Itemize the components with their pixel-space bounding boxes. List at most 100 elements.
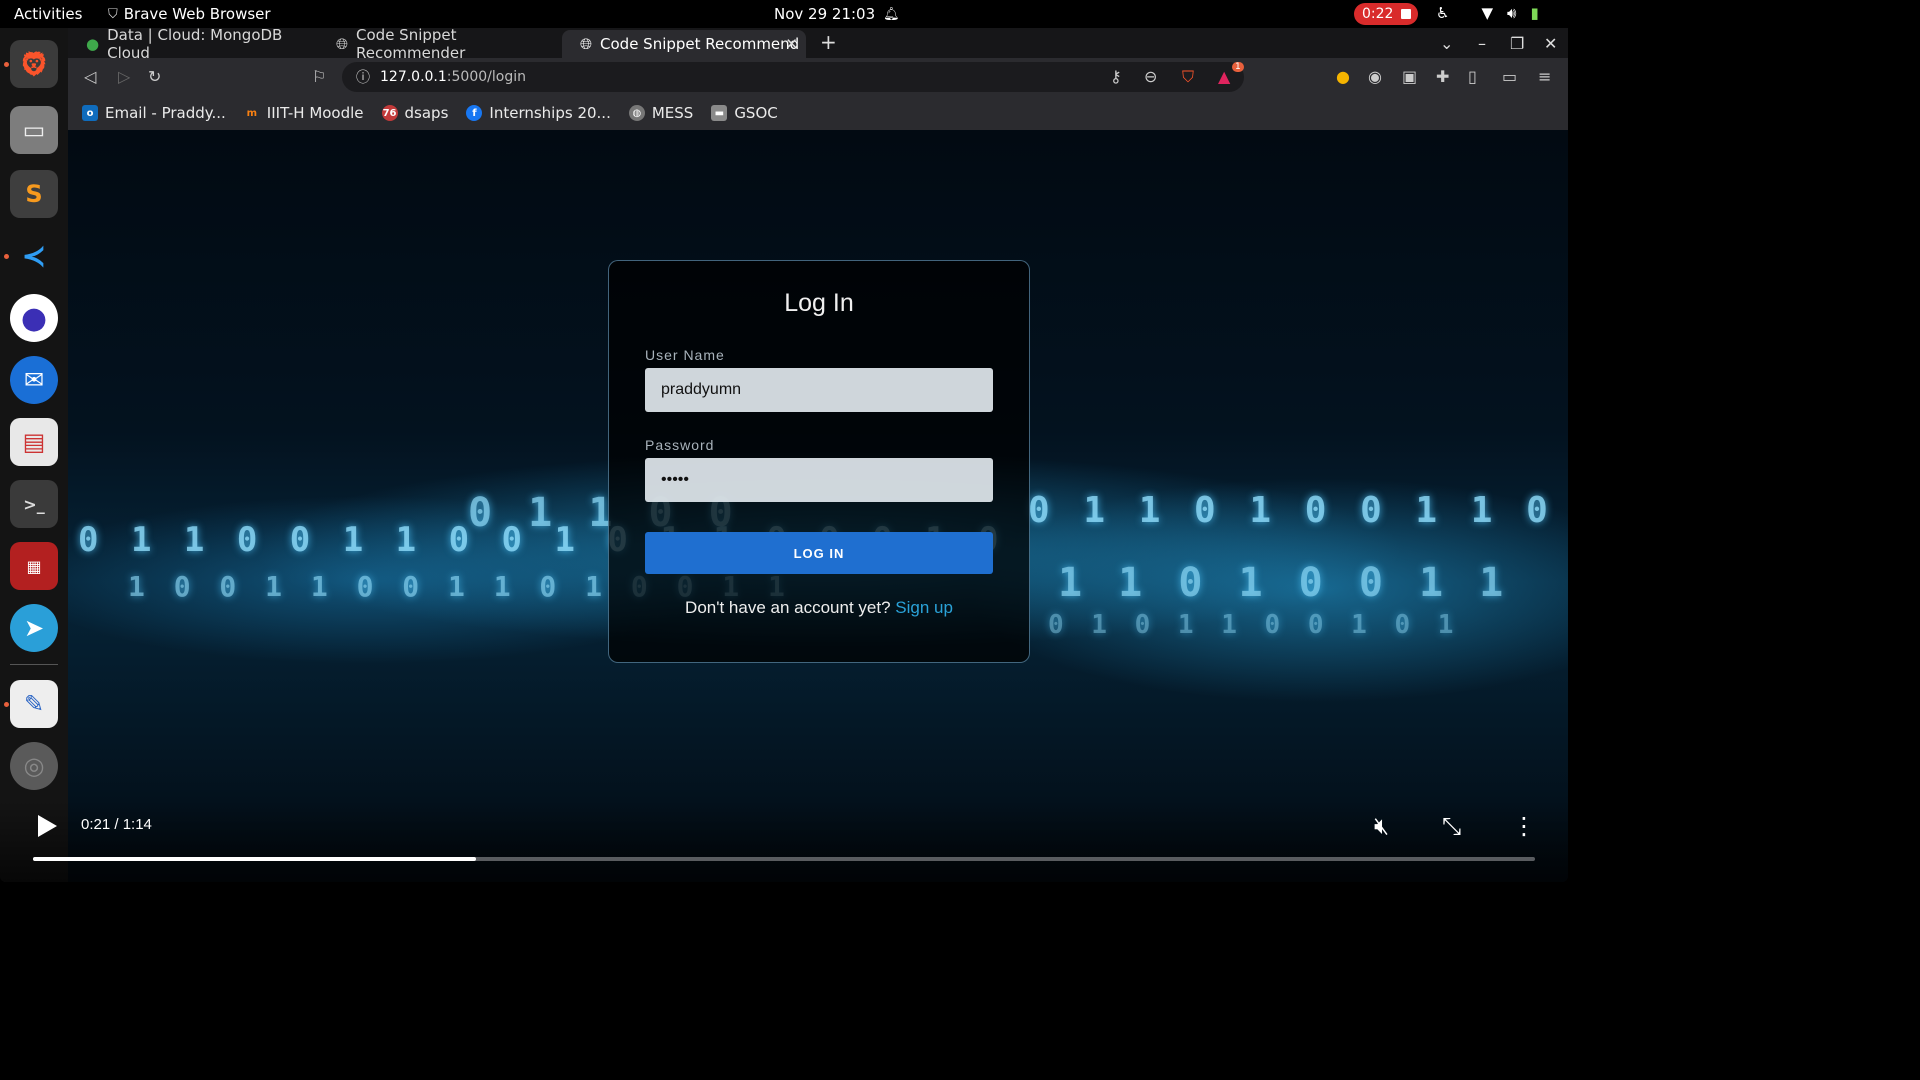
- volume-icon[interactable]: 🔊︎: [1507, 4, 1516, 22]
- bookmark-label: IIIT-H Moodle: [266, 104, 364, 122]
- site-info-icon[interactable]: ⓘ: [356, 67, 370, 87]
- dsaps-icon: 76: [381, 105, 398, 121]
- url-host: 127.0.0.1: [380, 69, 447, 85]
- tab-search-icon[interactable]: ⌄: [1440, 34, 1453, 53]
- zoom-out-icon[interactable]: ⊖: [1144, 67, 1157, 86]
- bookmark-email[interactable]: o Email - Praddy...: [82, 104, 226, 122]
- bookmark-label: dsaps: [404, 104, 449, 122]
- tab-code-snippet-2[interactable]: 🌐︎ Code Snippet Recommend ✕: [562, 30, 806, 58]
- globe-icon: ◍: [628, 105, 645, 121]
- screen-frame: Activities ⛉ Brave Web Browser Nov 29 21…: [0, 0, 1568, 882]
- browser-toolbar: ◁ ▷ ↻ ⚐ ⓘ 127.0.0.1:5000/login ⚷ ⊖ ⛉ ▲ 1…: [68, 58, 1568, 96]
- back-icon[interactable]: ◁: [84, 67, 96, 86]
- minimize-icon[interactable]: –: [1478, 34, 1486, 53]
- app-menu[interactable]: ⛉ Brave Web Browser: [108, 5, 271, 23]
- signup-prompt: Don't have an account yet? Sign up: [609, 598, 1029, 618]
- username-input[interactable]: [645, 368, 993, 412]
- login-button[interactable]: LOG IN: [645, 532, 993, 574]
- bell-icon: 🔔︎: [883, 6, 900, 22]
- document-viewer-icon[interactable]: ▤: [10, 418, 58, 466]
- signup-prompt-text: Don't have an account yet?: [685, 598, 891, 617]
- menu-icon[interactable]: ≡: [1538, 67, 1551, 86]
- files-icon[interactable]: ▭: [10, 106, 58, 154]
- close-tab-icon[interactable]: ✕: [785, 35, 798, 53]
- terminator-icon[interactable]: ▦: [10, 542, 58, 590]
- dock-separator: [10, 664, 58, 665]
- signup-link[interactable]: Sign up: [895, 598, 953, 617]
- disk-icon[interactable]: ◎: [10, 742, 58, 790]
- login-title: Log In: [784, 289, 854, 317]
- password-input[interactable]: [645, 458, 993, 502]
- bookmark-moodle[interactable]: m IIIT-H Moodle: [244, 104, 364, 122]
- bookmark-icon[interactable]: ⚐: [312, 67, 326, 86]
- brave-rewards-icon[interactable]: ▲: [1218, 67, 1230, 86]
- battery-icon[interactable]: ▮: [1530, 4, 1538, 22]
- moon-app-icon[interactable]: ●: [10, 294, 58, 342]
- tab-strip: ● Data | Cloud: MongoDB Cloud 🌐︎ Code Sn…: [68, 26, 1568, 62]
- reload-icon[interactable]: ↻: [148, 67, 161, 86]
- bookmark-gsoc[interactable]: ▬ GSOC: [711, 104, 778, 122]
- play-icon[interactable]: [38, 815, 57, 837]
- bookmark-label: MESS: [651, 104, 694, 122]
- login-page: 0 1 1 0 0 1 1 0 0 1 0 1 1 0 0 0 1 0 1 0 …: [68, 130, 1568, 882]
- activities-button[interactable]: Activities: [14, 5, 82, 23]
- clock[interactable]: Nov 29 21:03 🔔︎: [774, 5, 900, 23]
- accessibility-icon[interactable]: ♿︎: [1436, 4, 1449, 22]
- sidebar-icon[interactable]: ▯: [1468, 67, 1477, 86]
- password-key-icon[interactable]: ⚷: [1110, 67, 1122, 86]
- dock: 🦁︎ ▭ S ≺ ● ✉ ▤ >_ ▦ ➤ ✎ ◎: [0, 28, 68, 882]
- rewards-badge: 1: [1232, 62, 1244, 72]
- app-name: Brave Web Browser: [123, 5, 271, 23]
- screen-recording-indicator[interactable]: 0:22: [1354, 3, 1418, 25]
- recording-time: 0:22: [1362, 6, 1394, 22]
- folder-icon: ▬: [711, 105, 728, 121]
- close-window-icon[interactable]: ✕: [1544, 34, 1557, 53]
- new-tab-button[interactable]: +: [820, 30, 837, 54]
- extensions-puzzle-icon[interactable]: ✚: [1436, 67, 1449, 86]
- bookmark-label: Email - Praddy...: [105, 104, 226, 122]
- telegram-icon[interactable]: ➤: [10, 604, 58, 652]
- username-label: User Name: [645, 347, 725, 363]
- browser-chrome: ● Data | Cloud: MongoDB Cloud 🌐︎ Code Sn…: [68, 26, 1568, 130]
- text-editor-icon[interactable]: ✎: [10, 680, 58, 728]
- mongodb-leaf-icon: ●: [86, 35, 100, 53]
- outlook-icon: o: [82, 105, 98, 121]
- tab-code-snippet-1[interactable]: 🌐︎ Code Snippet Recommender: [318, 26, 562, 62]
- wifi-icon[interactable]: ▼: [1481, 4, 1493, 22]
- globe-icon: 🌐︎: [580, 35, 593, 53]
- terminal-icon[interactable]: >_: [10, 480, 58, 528]
- stop-recording-icon[interactable]: [1401, 9, 1412, 19]
- exit-fullscreen-icon[interactable]: ⤡: [1442, 812, 1461, 840]
- vscode-icon[interactable]: ≺: [10, 232, 58, 280]
- thunderbird-icon[interactable]: ✉: [10, 356, 58, 404]
- system-tray[interactable]: ♿︎ ▼ 🔊︎ ▮: [1436, 4, 1539, 22]
- incognito-extension-icon[interactable]: ◉: [1368, 67, 1382, 86]
- bookmark-label: Internships 20...: [489, 104, 611, 122]
- bookmark-label: GSOC: [734, 104, 778, 122]
- address-bar[interactable]: ⓘ 127.0.0.1:5000/login: [342, 62, 1244, 92]
- wallet-icon[interactable]: ▭: [1502, 67, 1517, 86]
- tab-mongodb[interactable]: ● Data | Cloud: MongoDB Cloud: [68, 26, 318, 62]
- restore-icon[interactable]: ❐: [1510, 34, 1524, 53]
- forward-icon[interactable]: ▷: [118, 67, 130, 86]
- extension-app-icon[interactable]: ▣: [1402, 67, 1417, 86]
- brave-browser-icon[interactable]: 🦁︎: [10, 40, 58, 88]
- video-progress-bar[interactable]: [33, 857, 1535, 861]
- password-label: Password: [645, 437, 715, 453]
- muted-volume-icon[interactable]: 🔇︎: [1374, 812, 1389, 840]
- binary-background-decoration: 0 1 1 0 1 0 0 1 1 0 1 0 0: [1028, 490, 1568, 531]
- more-options-icon[interactable]: ⋮: [1512, 812, 1536, 840]
- bookmark-internships[interactable]: f Internships 20...: [466, 104, 611, 122]
- binary-background-decoration: 1 1 0 1 0 0 1 1: [1058, 560, 1510, 606]
- brave-shields-icon[interactable]: ⛉: [1182, 67, 1194, 87]
- bookmark-mess[interactable]: ◍ MESS: [628, 104, 694, 122]
- bookmark-dsaps[interactable]: 76 dsaps: [381, 104, 449, 122]
- facebook-icon: f: [466, 105, 483, 121]
- running-indicator: [4, 62, 9, 67]
- url-text: 127.0.0.1:5000/login: [380, 69, 526, 85]
- info-extension-icon[interactable]: ●: [1336, 67, 1350, 86]
- running-indicator: [4, 702, 9, 707]
- sublime-text-icon[interactable]: S: [10, 170, 58, 218]
- url-path: :5000/login: [446, 69, 526, 85]
- video-progress-fill: [33, 857, 477, 861]
